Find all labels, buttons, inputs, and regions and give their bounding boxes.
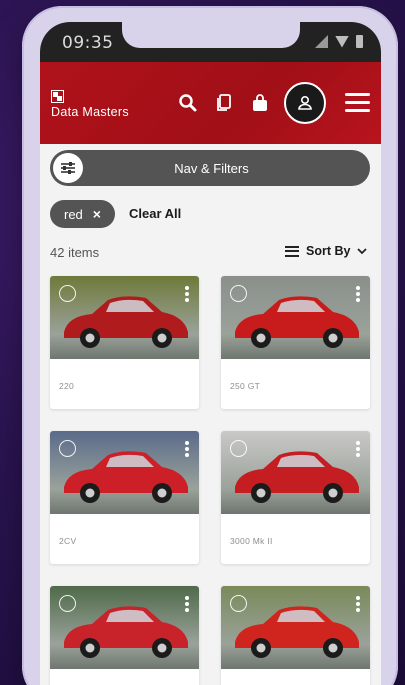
product-name[interactable]: 2CV [59, 536, 76, 546]
product-card[interactable] [221, 586, 370, 685]
product-card[interactable]: 2CV [50, 431, 199, 564]
header-actions [178, 93, 270, 113]
product-name[interactable]: 250 GT [230, 381, 260, 391]
product-card[interactable]: 220 [50, 276, 199, 409]
nav-filters-label: Nav & Filters [174, 160, 249, 176]
shopping-bag-icon[interactable] [250, 93, 270, 113]
brand[interactable]: Data Masters [51, 90, 129, 119]
search-icon[interactable] [178, 93, 198, 113]
more-options-icon[interactable] [356, 441, 360, 457]
chevron-down-icon [357, 247, 368, 254]
app-header: Data Masters [40, 62, 381, 144]
select-radio[interactable] [59, 285, 76, 302]
product-card[interactable] [50, 586, 199, 685]
brand-name: Data Masters [51, 105, 129, 119]
status-icons [315, 35, 363, 48]
wifi-icon [335, 35, 349, 48]
brand-logo-icon [51, 90, 64, 103]
product-name[interactable]: 220 [59, 381, 74, 391]
app-screen: 09:35 Data Masters Nav & Filters red × C… [40, 22, 381, 685]
battery-icon [356, 35, 363, 48]
filter-chip-red[interactable]: red × [50, 200, 115, 228]
product-card[interactable]: 250 GT [221, 276, 370, 409]
sort-by-label: Sort By [306, 244, 351, 258]
status-bar: 09:35 [40, 22, 381, 62]
more-options-icon[interactable] [185, 441, 189, 457]
select-radio[interactable] [230, 440, 247, 457]
select-radio[interactable] [230, 595, 247, 612]
more-options-icon[interactable] [185, 596, 189, 612]
menu-icon[interactable] [345, 93, 370, 112]
remove-filter-icon[interactable]: × [93, 206, 101, 222]
more-options-icon[interactable] [356, 286, 360, 302]
product-grid: 220 250 GT 2CV 3000 Mk II [40, 272, 381, 685]
user-icon [298, 95, 312, 110]
account-button[interactable] [284, 82, 326, 124]
product-name[interactable]: 3000 Mk II [230, 536, 273, 546]
select-radio[interactable] [59, 440, 76, 457]
more-options-icon[interactable] [356, 596, 360, 612]
filter-section: Nav & Filters red × Clear All 42 items S… [40, 144, 381, 292]
sliders-icon [53, 153, 83, 183]
sort-icon [285, 245, 299, 257]
select-radio[interactable] [230, 285, 247, 302]
more-options-icon[interactable] [185, 286, 189, 302]
sort-by-dropdown[interactable]: Sort By [285, 244, 368, 258]
item-count: 42 items [50, 245, 100, 260]
select-radio[interactable] [59, 595, 76, 612]
status-time: 09:35 [62, 33, 114, 53]
product-card[interactable]: 3000 Mk II [221, 431, 370, 564]
signal-icon [315, 35, 328, 48]
compare-icon[interactable] [214, 93, 234, 113]
nav-filters-button[interactable]: Nav & Filters [50, 150, 370, 186]
filter-chip-label: red [64, 206, 83, 222]
clear-all-link[interactable]: Clear All [129, 206, 181, 221]
notch [122, 22, 300, 48]
